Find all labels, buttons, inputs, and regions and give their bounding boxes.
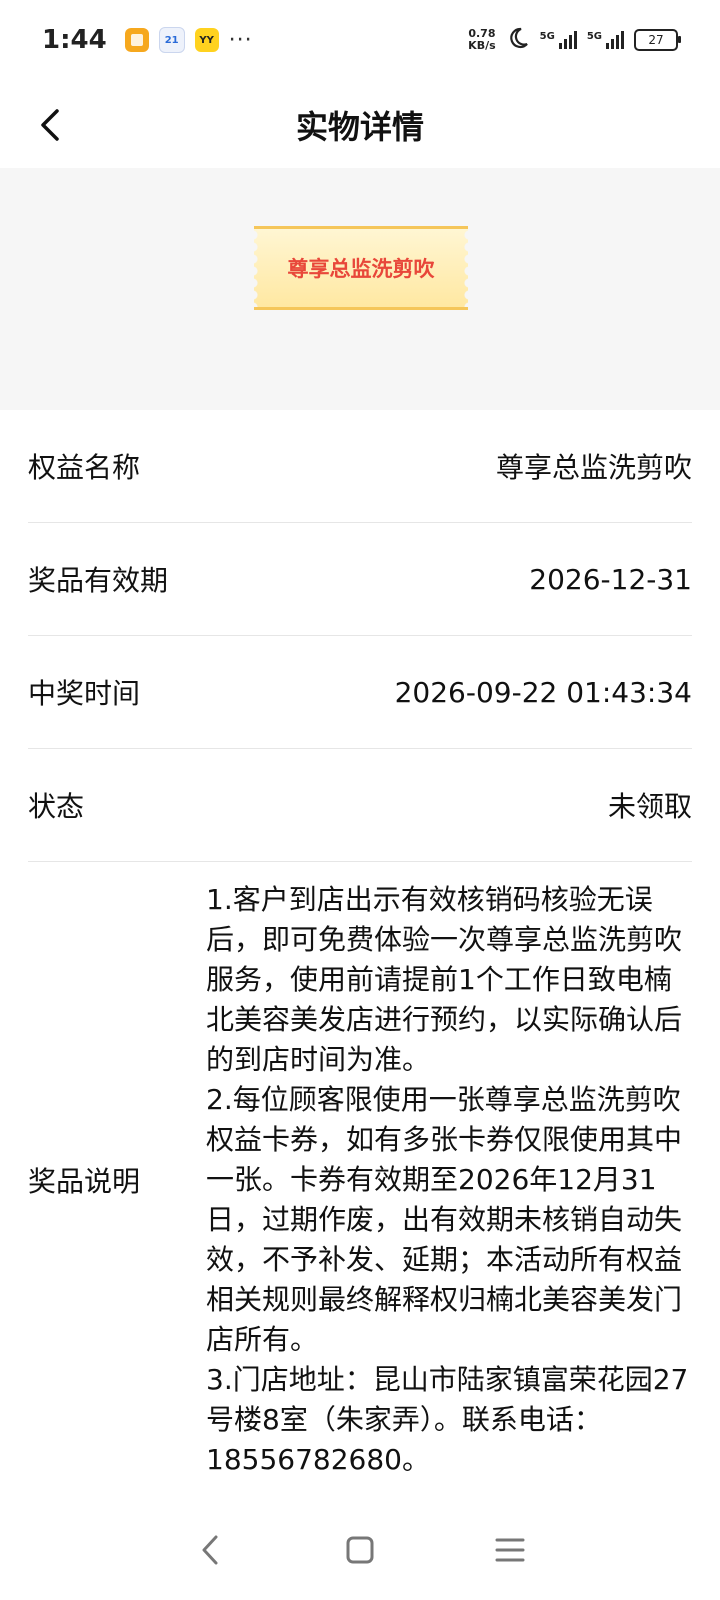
signal-5g-2-label: 5G bbox=[586, 31, 602, 42]
network-speed-unit: KB/s bbox=[468, 39, 496, 52]
detail-row-benefit-name: 权益名称 尊享总监洗剪吹 bbox=[28, 410, 692, 523]
detail-value: 尊享总监洗剪吹 bbox=[495, 451, 692, 484]
battery-level: 27 bbox=[648, 33, 664, 47]
signal-5g-1-icon: 5G bbox=[540, 31, 577, 49]
detail-label: 权益名称 bbox=[28, 451, 141, 484]
battery-icon: 27 bbox=[634, 29, 681, 51]
prize-ticket-image: 尊享总监洗剪吹 bbox=[253, 226, 468, 310]
detail-value: 2026-09-22 01:43:34 bbox=[394, 675, 692, 709]
calendar-app-icon: 21 bbox=[158, 27, 185, 53]
prize-ticket-text: 尊享总监洗剪吹 bbox=[287, 257, 435, 281]
status-time: 1:44 bbox=[42, 25, 107, 55]
page-title: 实物详情 bbox=[295, 108, 424, 146]
status-value: 未领取 bbox=[607, 790, 692, 823]
home-icon bbox=[346, 1536, 374, 1564]
detail-label: 中奖时间 bbox=[28, 677, 141, 710]
signal-5g-1-label: 5G bbox=[539, 31, 555, 42]
yy-app-icon: YY bbox=[194, 28, 219, 52]
back-icon bbox=[202, 1535, 218, 1565]
status-right: 0.78 KB/s 5G 5G 27 bbox=[468, 26, 681, 54]
system-menu-button[interactable] bbox=[490, 1530, 530, 1570]
notes-app-icon bbox=[124, 28, 149, 52]
network-speed: 0.78 KB/s bbox=[468, 28, 495, 52]
detail-row-status: 状态 未领取 bbox=[28, 749, 692, 862]
nav-bar: 实物详情 bbox=[0, 80, 720, 170]
status-bar: 1:44 21 YY ··· 0.78 KB/s 5G 5G 27 bbox=[0, 0, 720, 80]
detail-value: 2026-12-31 bbox=[529, 562, 692, 596]
detail-row-validity: 奖品有效期 2026-12-31 bbox=[28, 523, 692, 636]
detail-label: 状态 bbox=[28, 790, 85, 823]
prize-hero: 尊享总监洗剪吹 bbox=[0, 168, 720, 410]
system-home-button[interactable] bbox=[340, 1530, 380, 1570]
system-nav-bar bbox=[0, 1500, 720, 1600]
description-text: 1.客户到店出示有效核销码核验无误后，即可免费体验一次尊享总监洗剪吹服务，使用前… bbox=[206, 883, 689, 1476]
description-label: 奖品说明 bbox=[28, 1165, 141, 1198]
prize-description: 奖品说明 1.客户到店出示有效核销码核验无误后，即可免费体验一次尊享总监洗剪吹服… bbox=[28, 860, 692, 1500]
detail-row-win-time: 中奖时间 2026-09-22 01:43:34 bbox=[28, 636, 692, 749]
system-back-button[interactable] bbox=[190, 1530, 230, 1570]
moon-icon bbox=[506, 26, 530, 54]
status-left: 1:44 21 YY ··· bbox=[42, 25, 253, 55]
detail-label: 奖品有效期 bbox=[28, 564, 169, 597]
detail-list: 权益名称 尊享总监洗剪吹 奖品有效期 2026-12-31 中奖时间 2026-… bbox=[28, 410, 692, 862]
more-notifications-icon: ··· bbox=[228, 27, 253, 53]
signal-5g-2-icon: 5G bbox=[587, 31, 624, 49]
menu-icon bbox=[495, 1538, 525, 1562]
